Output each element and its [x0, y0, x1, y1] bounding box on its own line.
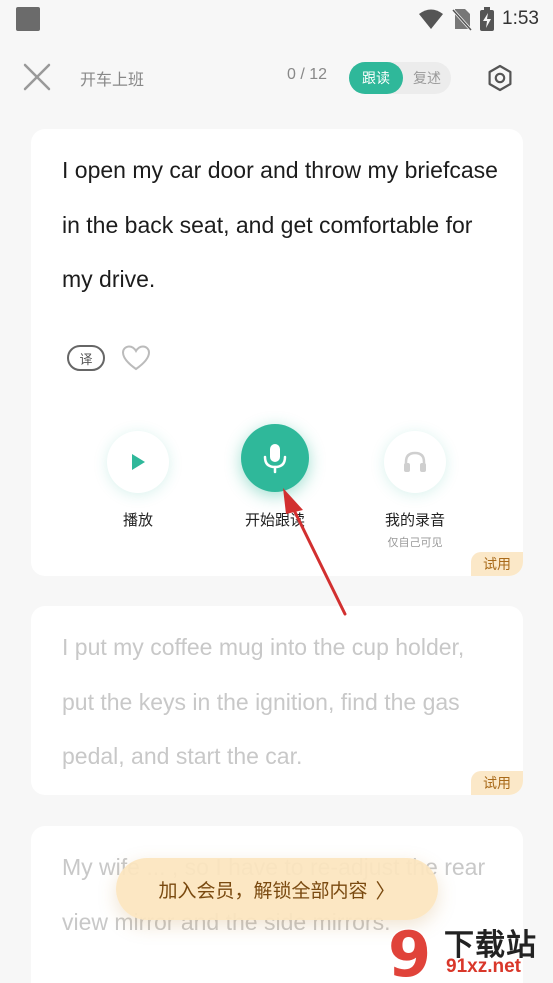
heart-icon[interactable]	[120, 342, 152, 374]
my-recording-label: 我的录音	[384, 511, 445, 529]
record-control[interactable]: 开始跟读	[241, 424, 309, 530]
record-label: 开始跟读	[244, 511, 305, 529]
lesson-title: 开车上班	[80, 70, 145, 89]
status-bar: 1:53	[0, 0, 553, 38]
no-sim-icon	[452, 8, 473, 31]
play-button[interactable]	[107, 431, 169, 493]
headphones-icon	[404, 451, 426, 472]
join-member-label: 加入会员，解锁全部内容	[158, 879, 368, 902]
svg-text:9: 9	[388, 918, 431, 983]
watermark-text-bottom: 91xz.net	[446, 956, 521, 977]
mode-toggle[interactable]: 跟读 复述	[349, 62, 451, 94]
translate-icon[interactable]: 译	[67, 345, 105, 371]
mode-follow-read-tab[interactable]: 跟读	[349, 62, 403, 94]
my-recording-button[interactable]	[384, 431, 446, 493]
status-icons: 1:53	[418, 6, 539, 32]
start-follow-read-button[interactable]	[241, 424, 309, 492]
play-control[interactable]: 播放	[107, 431, 169, 530]
sentence-text: I open my car door and throw my briefcas…	[62, 157, 498, 292]
my-recording-privacy-note: 仅自己可见	[387, 536, 443, 549]
progress-counter: 0 / 12	[287, 66, 328, 83]
sentence-text: I put my coffee mug into the cup holder,…	[62, 634, 465, 769]
close-icon[interactable]	[22, 62, 52, 92]
wifi-icon	[419, 9, 444, 29]
settings-icon[interactable]	[486, 64, 514, 92]
sentence-card-active: I open my car door and throw my briefcas…	[31, 129, 523, 576]
status-time: 1:53	[502, 8, 539, 29]
microphone-icon	[263, 444, 287, 474]
play-label: 播放	[122, 511, 153, 529]
notification-icon	[16, 7, 40, 31]
trial-badge: 试用	[471, 552, 523, 576]
my-recording-control[interactable]: 我的录音 仅自己可见	[371, 431, 459, 550]
battery-charging-icon	[480, 7, 495, 31]
watermark-logo-icon: 9	[387, 918, 432, 983]
join-member-button[interactable]: 加入会员，解锁全部内容 〉	[116, 858, 438, 920]
trial-badge: 试用	[471, 771, 523, 795]
sentence-card[interactable]: I put my coffee mug into the cup holder,…	[31, 606, 523, 795]
header: 开车上班 0 / 12 跟读 复述	[0, 40, 553, 116]
play-icon	[132, 454, 145, 470]
chevron-right-icon: 〉	[375, 878, 396, 903]
mode-retell-tab[interactable]: 复述	[403, 68, 451, 88]
watermark-logo: 9 下载站 91xz.net	[384, 918, 553, 983]
